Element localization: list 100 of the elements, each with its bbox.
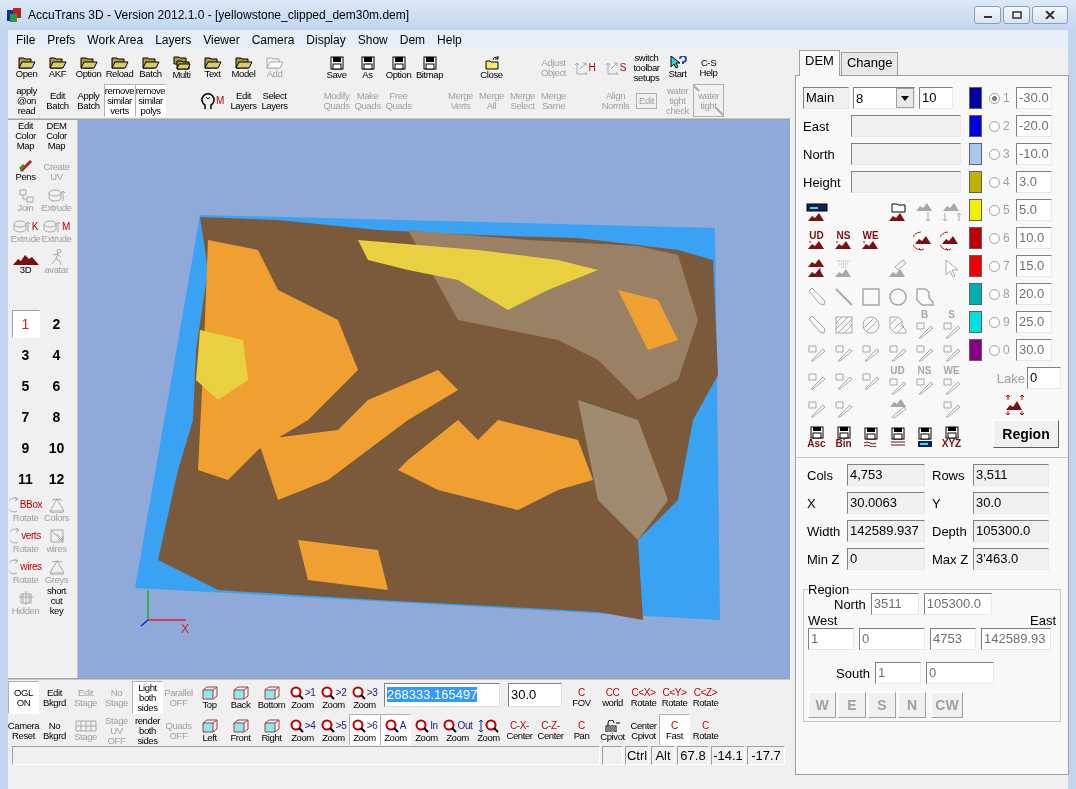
layer-number-button[interactable]: 1	[11, 309, 40, 338]
toolbar-button[interactable]: remove similar verts	[103, 84, 136, 117]
toolbar-button[interactable]: render both sides	[132, 714, 163, 747]
value-field[interactable]: 5.0	[1016, 199, 1052, 221]
toolbar-button[interactable]: Left	[194, 714, 225, 747]
toolbar-button[interactable]: As	[352, 51, 383, 84]
toolbar-button[interactable]: Open	[11, 51, 42, 84]
toolbar-button[interactable]: A Zoom	[380, 714, 411, 747]
value-field[interactable]: 0	[1027, 367, 1061, 389]
menu-item[interactable]: Layers	[149, 32, 198, 47]
color-swatch[interactable]	[969, 143, 982, 165]
layer-number-button[interactable]: 6	[42, 371, 71, 400]
terrain-scale-button[interactable]	[1004, 394, 1026, 416]
layer-number-button[interactable]: 3	[11, 340, 40, 369]
toolbar-button[interactable]: Reload	[104, 51, 135, 84]
value-field[interactable]: 0	[926, 662, 994, 684]
toolbar-button[interactable]: Select Layers	[259, 84, 290, 117]
value-field[interactable]: 0	[847, 548, 925, 570]
menu-item[interactable]: Work Area	[81, 32, 150, 47]
layer-number-button[interactable]: 9	[11, 433, 40, 462]
radio-button[interactable]	[989, 260, 1000, 272]
toolbar-button[interactable]: Start	[662, 51, 693, 84]
toolbar-button[interactable]: Bitmap	[414, 51, 445, 84]
layer-number-button[interactable]: 4	[42, 340, 71, 369]
toolbar-button[interactable]: Out Zoom	[441, 714, 474, 747]
toolbar-button[interactable]: C FOV	[566, 681, 597, 714]
toolbar-button[interactable]: Edit Batch	[42, 84, 73, 117]
panel-tab[interactable]: DEM	[799, 50, 840, 76]
layer-number-button[interactable]: 12	[42, 464, 71, 493]
radio-button[interactable]	[989, 204, 1000, 216]
toolbar-button[interactable]: OGL ON	[8, 681, 39, 714]
color-swatch[interactable]	[969, 339, 982, 361]
value-field[interactable]: 4753	[930, 628, 976, 650]
color-swatch[interactable]	[969, 199, 982, 221]
value-field[interactable]: -10.0	[1016, 143, 1052, 165]
value-field[interactable]: 30.0063	[847, 492, 925, 514]
input-field[interactable]	[851, 115, 961, 137]
menu-item[interactable]: File	[10, 32, 42, 47]
value-field[interactable]: 142589.937	[847, 520, 925, 542]
radio-button[interactable]	[989, 176, 1000, 188]
maximize-button[interactable]	[1003, 6, 1030, 24]
value-field[interactable]: 10.0	[1016, 227, 1052, 249]
panel-tab[interactable]: Change	[840, 52, 899, 75]
color-swatch[interactable]	[969, 87, 982, 109]
color-swatch[interactable]	[969, 283, 982, 305]
layer-number-button[interactable]: 2	[42, 309, 71, 338]
toolbar-button[interactable]: C<X> Rotate	[628, 681, 659, 714]
toolbar-button[interactable]: short cut key	[41, 587, 72, 618]
close-button[interactable]	[1032, 6, 1068, 24]
toolbar-button[interactable]: Close	[476, 51, 507, 84]
toolbar-button[interactable]: Option	[73, 51, 104, 84]
toolbar-button[interactable]: Right	[256, 714, 287, 747]
radio-button[interactable]	[989, 232, 1000, 244]
toolbar-button[interactable]: Zoom	[473, 714, 504, 747]
value-field[interactable]: -30.0	[1016, 87, 1052, 109]
layer-number-button[interactable]: 5	[11, 371, 40, 400]
toolbar-button[interactable]: switch toolbar setups	[631, 51, 662, 84]
value-field[interactable]: 3.0	[1016, 171, 1052, 193]
toolbar-button[interactable]: Camera Reset	[6, 714, 41, 747]
input-field[interactable]	[851, 171, 961, 193]
toolbar-button[interactable]: Light both sides	[132, 681, 163, 714]
toolbar-button[interactable]: >1 Zoom	[287, 681, 318, 714]
menu-item[interactable]: Camera	[245, 32, 301, 47]
menu-item[interactable]: Dem	[393, 32, 432, 47]
radio-button[interactable]	[989, 288, 1000, 300]
menu-item[interactable]: Viewer	[197, 32, 246, 47]
tool-button[interactable]: XYZ	[938, 423, 965, 451]
toolbar-button[interactable]: >2 Zoom	[318, 681, 349, 714]
value-field[interactable]: 30.0	[973, 492, 1049, 514]
input-field[interactable]	[851, 143, 961, 165]
toolbar-button[interactable]: C Fast	[659, 714, 690, 747]
toolbar-button[interactable]: >4 Zoom	[287, 714, 318, 747]
radio-button[interactable]	[989, 92, 1000, 104]
toolbar-button[interactable]: >5 Zoom	[318, 714, 349, 747]
toolbar-button[interactable]: In Zoom	[411, 714, 442, 747]
radio-button[interactable]	[989, 148, 1000, 160]
toolbar-button[interactable]: C-X- Center	[504, 714, 535, 747]
toolbar-button[interactable]: Back	[225, 681, 256, 714]
toolbar-button[interactable]: No Bkgrd	[39, 714, 70, 747]
toolbar-button[interactable]: M	[197, 84, 228, 117]
value-field[interactable]: 4,753	[847, 464, 925, 486]
toolbar-button[interactable]: C<Y> Rotate	[659, 681, 690, 714]
color-swatch[interactable]	[969, 311, 982, 333]
toolbar-button[interactable]: Edit Layers	[228, 84, 259, 117]
menu-item[interactable]: Display	[300, 32, 352, 47]
input-field[interactable]: 30.0	[508, 683, 562, 707]
radio-button[interactable]	[989, 344, 1000, 356]
value-field[interactable]: 0	[859, 628, 925, 650]
toolbar-button[interactable]: AKF	[42, 51, 73, 84]
toolbar-button[interactable]: C-Z- Center	[535, 714, 566, 747]
toolbar-button[interactable]: Bottom	[256, 681, 287, 714]
tool-button[interactable]: Bin	[830, 423, 857, 451]
value-field[interactable]: 142589.93	[981, 628, 1051, 650]
toolbar-button[interactable]: >6 Zoom	[349, 714, 380, 747]
toolbar-button[interactable]: Pens	[10, 153, 41, 184]
region-button[interactable]: Region	[993, 420, 1059, 448]
color-swatch[interactable]	[969, 171, 982, 193]
radio-button[interactable]	[989, 120, 1000, 132]
tool-button[interactable]: UD	[803, 227, 830, 255]
menu-item[interactable]: Help	[431, 32, 468, 47]
